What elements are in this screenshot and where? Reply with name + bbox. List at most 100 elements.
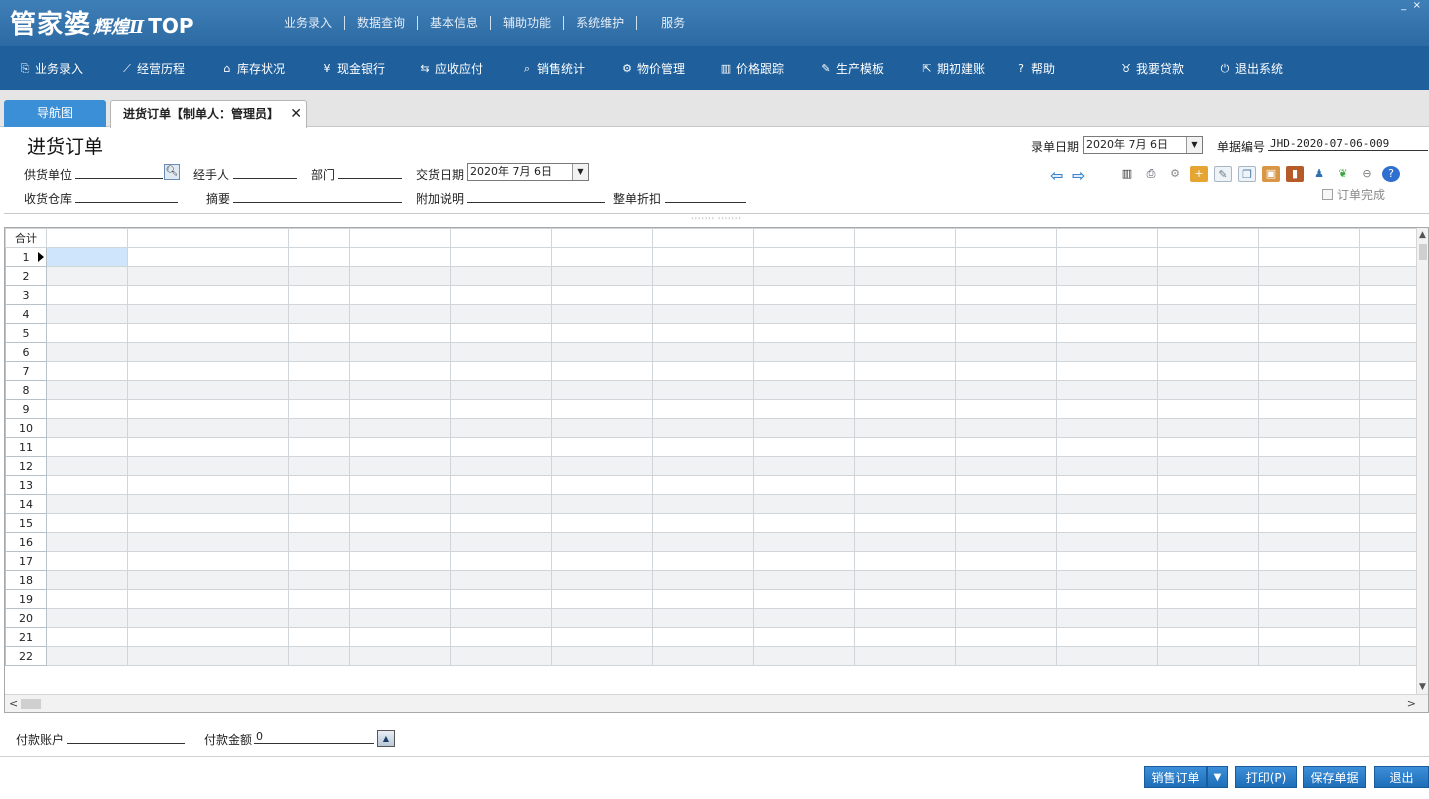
scroll-down-icon[interactable]: ▼	[1419, 682, 1426, 692]
grid-cell[interactable]	[349, 361, 451, 381]
table-row[interactable]: 12	[5, 456, 1417, 476]
save-button[interactable]: 保存单据	[1303, 766, 1366, 788]
grid-cell[interactable]	[1359, 247, 1417, 267]
grid-cell[interactable]	[46, 437, 128, 457]
grid-cell[interactable]	[349, 627, 451, 647]
grid-cell[interactable]	[652, 513, 754, 533]
grid-cell[interactable]	[349, 342, 451, 362]
grid-cell[interactable]	[1258, 475, 1360, 495]
copy-icon[interactable]: ❐	[1238, 166, 1256, 182]
grid-cell[interactable]	[753, 532, 855, 552]
top-menu-basic-info[interactable]: 基本信息	[418, 16, 492, 30]
table-row[interactable]: 16	[5, 532, 1417, 552]
grid-cell[interactable]	[854, 323, 956, 343]
grid-cell[interactable]	[551, 437, 653, 457]
grid-cell[interactable]	[854, 494, 956, 514]
grid-cell[interactable]	[652, 247, 754, 267]
grid-cell[interactable]	[1359, 551, 1417, 571]
grid-cell[interactable]	[127, 570, 289, 590]
scroll-up-icon[interactable]: ▲	[1419, 230, 1426, 240]
grid-cell[interactable]	[1258, 646, 1360, 666]
grid-cell[interactable]	[1258, 570, 1360, 590]
grid-cell[interactable]	[1359, 494, 1417, 514]
grid-cell[interactable]	[349, 646, 451, 666]
grid-cell[interactable]	[854, 513, 956, 533]
grid-cell[interactable]	[1056, 494, 1158, 514]
grid-cell[interactable]	[127, 456, 289, 476]
printer-icon[interactable]: ⎙	[1142, 166, 1160, 182]
grid-cell[interactable]	[46, 627, 128, 647]
grid-cell[interactable]	[450, 551, 552, 571]
grid-cell[interactable]	[1056, 570, 1158, 590]
toolbar-sales-stats[interactable]: ⌕ 销售统计	[520, 60, 585, 77]
grid-cell[interactable]	[1056, 513, 1158, 533]
settings-icon[interactable]: ⚙	[1166, 166, 1184, 182]
grid-cell[interactable]	[854, 437, 956, 457]
table-row[interactable]: 5	[5, 323, 1417, 343]
toolbar-receivable-payable[interactable]: ⇆ 应收应付	[418, 60, 483, 77]
grid-cell[interactable]	[1157, 323, 1259, 343]
grid-cell[interactable]	[288, 323, 350, 343]
grid-cell[interactable]	[551, 418, 653, 438]
grid-cell[interactable]	[288, 399, 350, 419]
grid-cell[interactable]	[551, 494, 653, 514]
grid-cell[interactable]	[955, 285, 1057, 305]
grid-cell[interactable]	[1258, 551, 1360, 571]
table-row[interactable]: 20	[5, 608, 1417, 628]
grid-cell[interactable]	[1258, 342, 1360, 362]
grid-cell[interactable]	[1157, 342, 1259, 362]
grid-cell[interactable]	[854, 399, 956, 419]
handler-field[interactable]	[233, 165, 297, 179]
grid-cell[interactable]	[854, 570, 956, 590]
grid-cell[interactable]	[1359, 589, 1417, 609]
grid-cell[interactable]	[450, 399, 552, 419]
grid-cell[interactable]	[450, 494, 552, 514]
grid-cell[interactable]	[652, 570, 754, 590]
grid-cell[interactable]	[551, 266, 653, 286]
table-row[interactable]: 7	[5, 361, 1417, 381]
grid-cell[interactable]	[46, 247, 128, 267]
barcode-icon[interactable]: ▥	[1118, 166, 1136, 182]
grid-cell[interactable]	[1157, 627, 1259, 647]
warehouse-field[interactable]	[75, 189, 178, 203]
grid-cell[interactable]	[1056, 532, 1158, 552]
grid-cell[interactable]	[753, 323, 855, 343]
grid-cell[interactable]	[1056, 418, 1158, 438]
grid-cell[interactable]	[349, 475, 451, 495]
grid-cell[interactable]	[652, 532, 754, 552]
grid-cell[interactable]	[450, 247, 552, 267]
grid-cell[interactable]	[349, 570, 451, 590]
grid-cell[interactable]	[349, 437, 451, 457]
toolbar-opening-setup[interactable]: ⇱ 期初建账	[920, 60, 985, 77]
toolbar-help[interactable]: ? 帮助	[1014, 60, 1055, 77]
grid-cell[interactable]	[753, 475, 855, 495]
grid-cell[interactable]	[652, 399, 754, 419]
grid-cell[interactable]	[1157, 437, 1259, 457]
grid-cell[interactable]	[1359, 570, 1417, 590]
grid-cell[interactable]	[652, 361, 754, 381]
toolbar-loan[interactable]: ♉ 我要贷款	[1119, 60, 1184, 77]
grid-cell[interactable]	[1258, 323, 1360, 343]
table-row[interactable]: 3	[5, 285, 1417, 305]
chevron-down-icon[interactable]: ▼	[572, 164, 588, 180]
grid-cell[interactable]	[1258, 361, 1360, 381]
grid-cell[interactable]	[652, 285, 754, 305]
grid-cell[interactable]	[1056, 304, 1158, 324]
grid-cell[interactable]	[1258, 285, 1360, 305]
grid-cell[interactable]	[46, 342, 128, 362]
grid-cell[interactable]	[46, 513, 128, 533]
grid-cell[interactable]	[46, 304, 128, 324]
grid-cell[interactable]	[349, 266, 451, 286]
grid-cell[interactable]	[46, 494, 128, 514]
grid-cell[interactable]	[551, 342, 653, 362]
grid-cell[interactable]	[652, 551, 754, 571]
grid-cell[interactable]	[127, 475, 289, 495]
grid-cell[interactable]	[753, 247, 855, 267]
grid-cell[interactable]	[1258, 418, 1360, 438]
box-icon[interactable]: ▣	[1262, 166, 1280, 182]
grid-cell[interactable]	[46, 323, 128, 343]
grid-cell[interactable]	[955, 323, 1057, 343]
grid-cell[interactable]	[46, 589, 128, 609]
grid-cell[interactable]	[753, 627, 855, 647]
grid-cell[interactable]	[1157, 494, 1259, 514]
